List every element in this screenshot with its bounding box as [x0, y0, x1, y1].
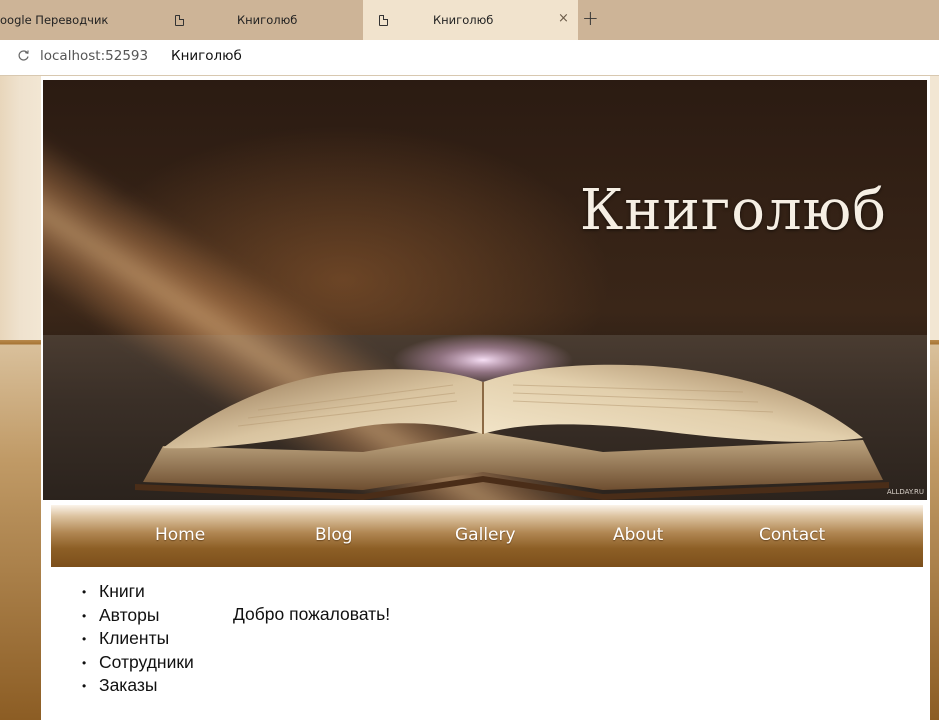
tab-knigolyub-active[interactable]: Книголюб — [363, 0, 578, 40]
sidebar-item-label: Клиенты — [99, 628, 170, 648]
tab-google-translate[interactable]: oogle Переводчик — [0, 0, 163, 40]
sidebar-item-employees[interactable]: • Сотрудники — [82, 651, 194, 675]
header-banner: Книголюб ALLDAY.RU — [43, 80, 927, 500]
nav-home[interactable]: Home — [155, 525, 205, 545]
open-book-image — [135, 334, 889, 500]
bullet-icon: • — [82, 585, 87, 599]
sidebar-item-label: Сотрудники — [99, 651, 194, 672]
sidebar-item-authors[interactable]: • Авторы — [82, 604, 194, 628]
new-tab-icon[interactable]: + — [582, 8, 599, 28]
tab-label: Книголюб — [237, 13, 298, 27]
sidebar-item-clients[interactable]: • Клиенты — [82, 627, 194, 651]
page-icon — [379, 14, 388, 26]
welcome-text: Добро пожаловать! — [233, 604, 391, 624]
browser-tab-strip: oogle Переводчик Книголюб Книголюб × + — [0, 0, 939, 40]
close-icon[interactable]: × — [558, 12, 569, 26]
sidebar-item-label: Заказы — [99, 675, 158, 695]
bullet-icon: • — [82, 655, 87, 670]
nav-about[interactable]: About — [613, 525, 663, 545]
sidebar-item-books[interactable]: • Книги — [82, 580, 194, 604]
sidebar-item-label: Книги — [99, 581, 145, 601]
bullet-icon: • — [82, 608, 87, 623]
page-icon — [175, 14, 184, 26]
reload-icon-glyph — [18, 50, 29, 61]
url-host[interactable]: localhost:52593 — [40, 48, 148, 64]
tab-label: Книголюб — [433, 13, 494, 27]
watermark: ALLDAY.RU — [886, 488, 924, 496]
reload-icon[interactable] — [17, 49, 30, 66]
nav-contact[interactable]: Contact — [759, 525, 825, 545]
sidebar-item-orders[interactable]: • Заказы — [82, 674, 194, 698]
sidebar-menu: • Книги • Авторы • Клиенты • Сотрудники • Зак… — [82, 580, 194, 698]
tab-knigolyub-1[interactable]: Книголюб — [163, 0, 363, 40]
sidebar-item-label: Авторы — [99, 604, 160, 625]
nav-gallery[interactable]: Gallery — [455, 525, 516, 545]
address-bar: localhost:52593 Книголюб — [0, 40, 939, 76]
nav-blog[interactable]: Blog — [315, 525, 353, 545]
bullet-icon: • — [82, 632, 87, 646]
site-title: Книголюб — [579, 178, 887, 243]
tab-label: oogle Переводчик — [0, 13, 109, 27]
url-page-title: Книголюб — [171, 48, 242, 64]
bullet-icon: • — [82, 679, 87, 693]
main-nav: Home Blog Gallery About Contact — [51, 505, 923, 567]
